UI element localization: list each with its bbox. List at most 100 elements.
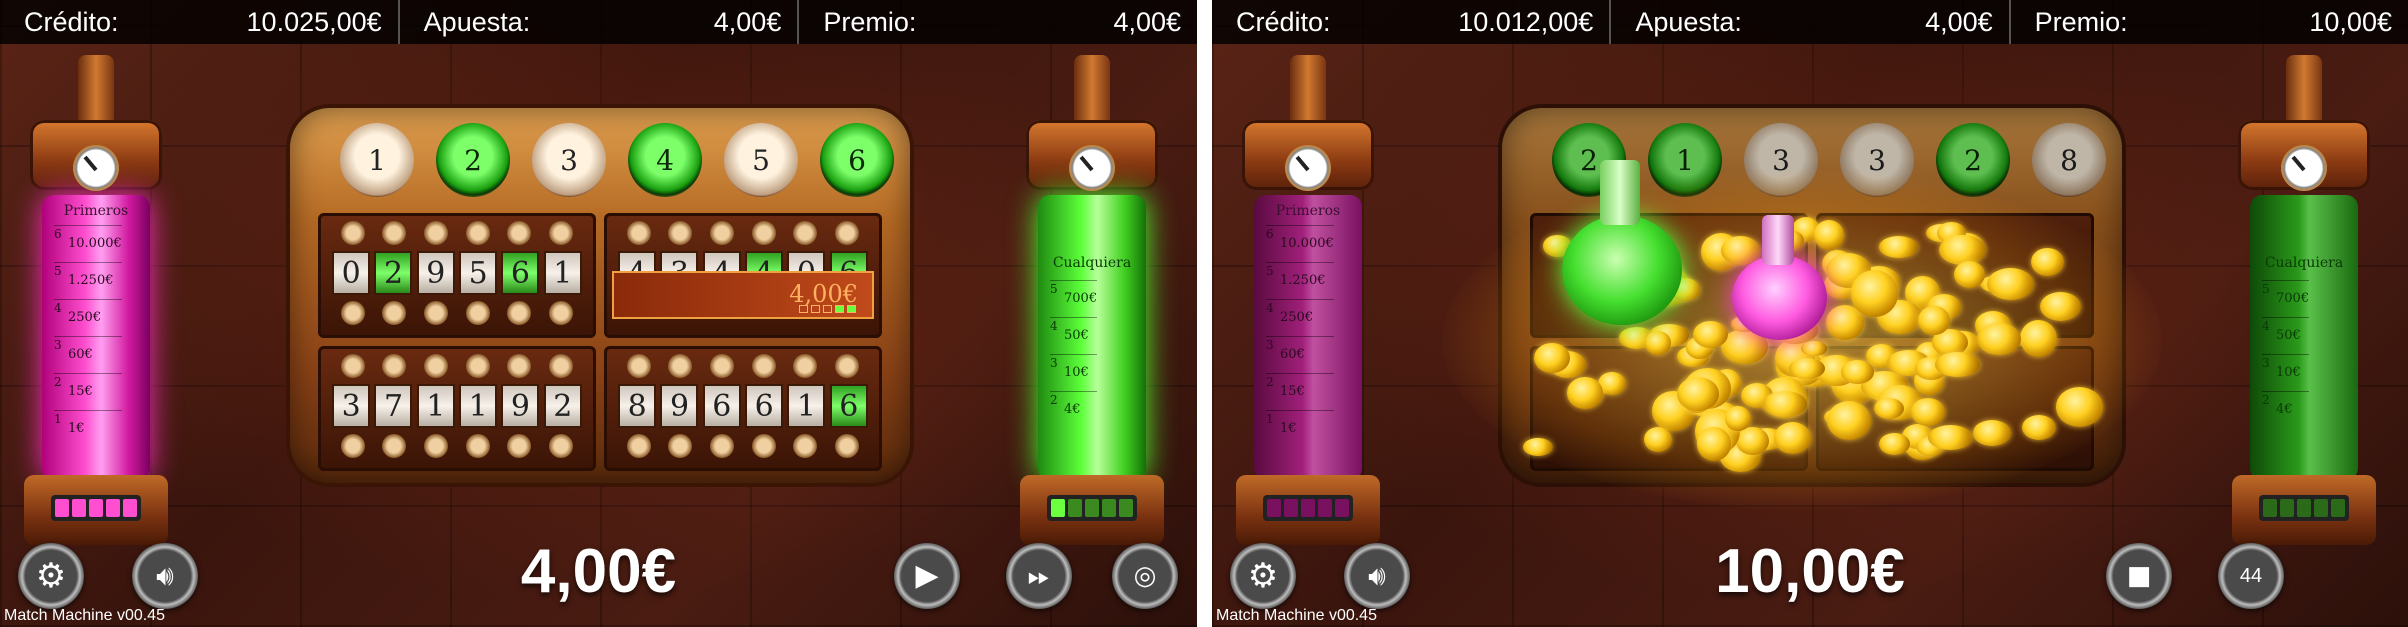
chevron-up-icon[interactable] (835, 221, 860, 245)
ticket-digit[interactable]: 1 (459, 384, 498, 428)
play-button[interactable]: ▶ (894, 543, 960, 609)
scale-level: 10€ (2276, 365, 2301, 380)
ticket-digit[interactable]: 1 (543, 251, 582, 295)
chevron-down-icon[interactable] (668, 434, 693, 458)
tube-cap (1290, 55, 1326, 125)
scale-row: 4 250€ (54, 299, 122, 336)
scale-level: 250€ (68, 310, 102, 325)
chevron-down-icon[interactable] (549, 434, 574, 458)
tube-leds (1047, 495, 1137, 521)
chevron-up-icon[interactable] (465, 354, 490, 378)
chevron-up-icon[interactable] (710, 354, 735, 378)
chevron-down-icon[interactable] (382, 434, 407, 458)
tube-glass: Cualquiera 5 700€ 4 50€ 3 10€ 2 4€ (2250, 195, 2358, 480)
ticket-digit[interactable]: 6 (501, 251, 540, 295)
chevron-up-icon[interactable] (424, 221, 449, 245)
credit-label: Crédito: (24, 6, 119, 37)
scale-step: 1 (1266, 412, 1274, 426)
chevron-down-icon[interactable] (465, 301, 490, 325)
chevron-up-icon[interactable] (340, 354, 365, 378)
scale-step: 6 (1266, 227, 1274, 241)
ticket-digit[interactable]: 0 (332, 251, 371, 295)
chevron-up-icon[interactable] (751, 354, 776, 378)
chevron-up-icon[interactable] (507, 221, 532, 245)
gauge-icon (1069, 145, 1115, 191)
chevron-down-icon[interactable] (710, 434, 735, 458)
ticket-digit[interactable]: 3 (332, 384, 371, 428)
chevron-down-icon[interactable] (424, 301, 449, 325)
autoplay-button[interactable]: 44 (2218, 543, 2284, 609)
chevron-up-icon[interactable] (424, 354, 449, 378)
bet-display: Apuesta: 4,00€ (1611, 0, 2011, 44)
ticket-digit[interactable]: 9 (416, 251, 455, 295)
scale-level: 10€ (1064, 365, 1089, 380)
stop-button[interactable]: ■ (2106, 543, 2172, 609)
chevron-down-icon[interactable] (793, 434, 818, 458)
chevron-up-icon[interactable] (382, 354, 407, 378)
tube-base (1236, 475, 1380, 545)
ticket-digit[interactable]: 9 (660, 384, 699, 428)
coins-icon: ◎ (1133, 561, 1157, 591)
jackpot-tube-cualquiera: Cualquiera 5 700€ 4 50€ 3 10€ 2 4€ (2228, 55, 2380, 545)
chevron-up-icon[interactable] (626, 354, 651, 378)
chevron-up-icon[interactable] (751, 221, 776, 245)
decrement-buttons (612, 434, 874, 458)
jackpot-tube-primeros: Primeros 6 10.000€ 5 1.250€ 4 250€ 3 60€ 2 15… (1232, 55, 1384, 545)
ticket-digit[interactable]: 6 (702, 384, 741, 428)
chevron-up-icon[interactable] (710, 221, 735, 245)
chevron-up-icon[interactable] (793, 221, 818, 245)
chevron-up-icon[interactable] (549, 354, 574, 378)
chevron-up-icon[interactable] (507, 354, 532, 378)
chevron-up-icon[interactable] (668, 221, 693, 245)
chevron-down-icon[interactable] (835, 434, 860, 458)
chevron-down-icon[interactable] (507, 301, 532, 325)
ticket-digit[interactable]: 6 (745, 384, 784, 428)
led (1318, 499, 1332, 517)
ticket-digit[interactable]: 8 (618, 384, 657, 428)
sound-button[interactable]: 🔊︎ (1344, 543, 1410, 609)
scale-step: 4 (1050, 319, 1058, 333)
ticket-digit[interactable]: 5 (459, 251, 498, 295)
chevron-up-icon[interactable] (465, 221, 490, 245)
card-win-leds (799, 305, 856, 313)
game-panel-right: Crédito: 10.012,00€ Apuesta: 4,00€ Premi… (1212, 0, 2408, 627)
ticket-digit[interactable]: 2 (374, 251, 413, 295)
chevron-up-icon[interactable] (668, 354, 693, 378)
chevron-down-icon[interactable] (340, 301, 365, 325)
ticket-digit[interactable]: 7 (374, 384, 413, 428)
led (847, 305, 856, 313)
chevron-up-icon[interactable] (793, 354, 818, 378)
fast-play-button[interactable]: ⏩︎ (1006, 543, 1072, 609)
green-potion-flask (1562, 160, 1682, 325)
ticket-digit[interactable]: 6 (829, 384, 868, 428)
scale-step: 6 (54, 227, 62, 241)
chevron-down-icon[interactable] (382, 301, 407, 325)
chevron-down-icon[interactable] (465, 434, 490, 458)
scale-level: 50€ (1064, 328, 1089, 343)
chevron-down-icon[interactable] (626, 434, 651, 458)
scale-level: 10.000€ (1280, 236, 1334, 251)
ticket-digit[interactable]: 1 (416, 384, 455, 428)
chevron-down-icon[interactable] (751, 434, 776, 458)
settings-button[interactable]: ⚙ (18, 543, 84, 609)
scale-row: 6 10.000€ (1266, 225, 1334, 262)
scale-level: 1€ (68, 421, 85, 436)
chevron-down-icon[interactable] (340, 434, 365, 458)
ticket-digit[interactable]: 1 (787, 384, 826, 428)
sound-button[interactable]: 🔊︎ (132, 543, 198, 609)
ticket-digit[interactable]: 2 (543, 384, 582, 428)
settings-button[interactable]: ⚙ (1230, 543, 1296, 609)
chevron-up-icon[interactable] (835, 354, 860, 378)
scale-row: 1 1€ (1266, 410, 1334, 447)
chevron-down-icon[interactable] (549, 301, 574, 325)
chevron-down-icon[interactable] (424, 434, 449, 458)
chevron-up-icon[interactable] (382, 221, 407, 245)
ticket-digit[interactable]: 9 (501, 384, 540, 428)
scale-step: 1 (54, 412, 62, 426)
chevron-up-icon[interactable] (549, 221, 574, 245)
chevron-up-icon[interactable] (626, 221, 651, 245)
drawn-ball: 8 (2032, 123, 2106, 197)
bet-coins-button[interactable]: ◎ (1112, 543, 1178, 609)
chevron-down-icon[interactable] (507, 434, 532, 458)
chevron-up-icon[interactable] (340, 221, 365, 245)
